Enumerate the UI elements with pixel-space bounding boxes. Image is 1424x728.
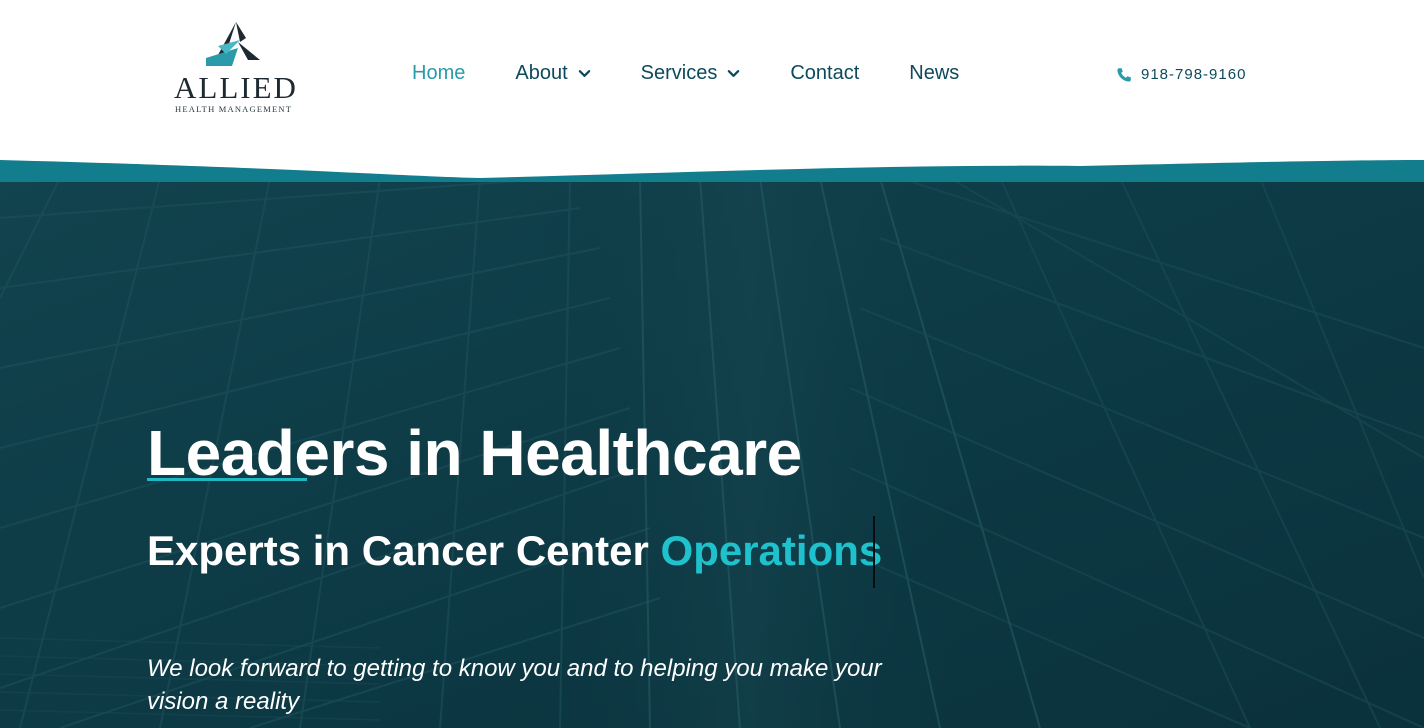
logo-mark-icon <box>206 22 260 66</box>
chevron-down-icon <box>728 70 740 77</box>
hero-subtitle: Experts in Cancer Center Operations <box>147 530 882 572</box>
hero-divider <box>147 478 307 481</box>
hero-body-text: We look forward to getting to know you a… <box>147 655 882 715</box>
chevron-down-icon <box>578 70 590 77</box>
nav-item-label: Home <box>412 62 466 84</box>
hero-title: Leaders in Healthcare <box>147 416 802 489</box>
logo-tagline: HEALTH MANAGEMENT <box>175 104 293 114</box>
nav-item-label: About <box>515 62 568 84</box>
nav-item-label: Services <box>640 62 718 84</box>
logo-wordmark: ALLIED <box>174 70 298 105</box>
nav-item-services[interactable]: Services <box>641 62 741 85</box>
header-wave-divider <box>0 160 1424 182</box>
hero-subtitle-highlight: Operations <box>660 527 883 574</box>
nav-item-news[interactable]: News <box>909 62 959 85</box>
hero-subtitle-prefix: Experts in Cancer Center <box>147 527 649 574</box>
typing-caret <box>873 516 875 588</box>
page: ALLIED HEALTH MANAGEMENT Home About Serv… <box>0 0 1424 728</box>
logo[interactable]: ALLIED HEALTH MANAGEMENT <box>172 20 302 116</box>
hero-section: Leaders in Healthcare Experts in Cancer … <box>0 178 1424 728</box>
phone-number: 918-798-9160 <box>1141 66 1247 83</box>
phone-link[interactable]: 918-798-9160 <box>1116 66 1246 83</box>
site-header: ALLIED HEALTH MANAGEMENT Home About Serv… <box>0 0 1424 160</box>
phone-icon <box>1117 67 1131 82</box>
nav-item-about[interactable]: About <box>515 62 590 85</box>
main-nav: Home About Services Contact News <box>412 62 959 85</box>
nav-item-contact[interactable]: Contact <box>790 62 859 85</box>
nav-item-label: News <box>909 62 960 84</box>
nav-item-home[interactable]: Home <box>412 62 465 85</box>
nav-item-label: Contact <box>790 62 860 84</box>
